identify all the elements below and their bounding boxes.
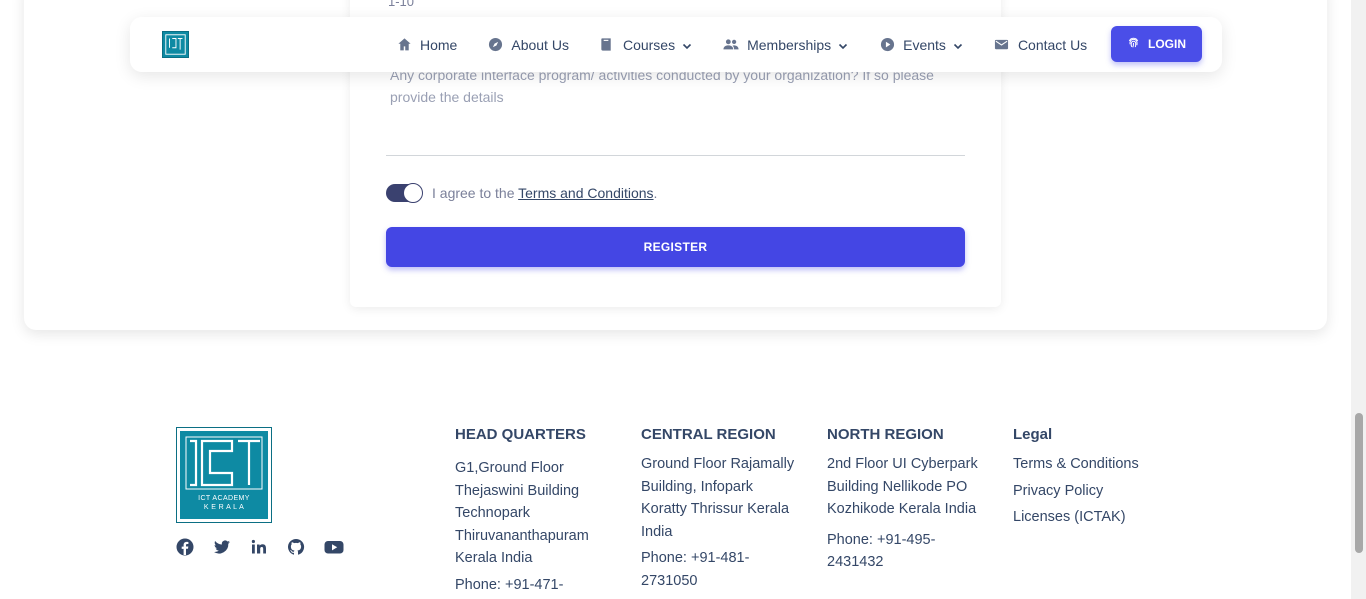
terms-agreement-row: I agree to the Terms and Conditions. (386, 181, 657, 205)
ict-logo-icon (165, 34, 186, 55)
phone-line: Phone: +91-495- (827, 531, 936, 548)
nav-contact-us[interactable]: Contact Us (994, 37, 1087, 53)
login-label: LOGIN (1148, 37, 1186, 51)
play-circle-icon (879, 37, 895, 53)
nav-events[interactable]: Events (879, 37, 964, 53)
agree-text: I agree to the Terms and Conditions. (432, 185, 657, 201)
mail-icon (994, 37, 1010, 53)
head-quarters-address: G1,Ground Floor Thejaswini Building Tech… (455, 457, 615, 570)
corporate-programs-textarea[interactable] (386, 62, 965, 156)
address-line: Building, Infopark (641, 478, 754, 495)
nav-about-us[interactable]: About Us (487, 37, 569, 53)
address-line: Koratty Thrissur Kerala (641, 501, 790, 517)
agree-prefix: I agree to the (432, 185, 519, 201)
nav-home-label: Home (420, 36, 458, 53)
people-icon (723, 37, 739, 53)
footer-legal: Legal Terms & Conditions Privacy Policy … (1013, 427, 1173, 531)
central-region-address: Ground Floor Rajamally Building, Infopar… (641, 453, 801, 543)
footer-head-quarters: HEAD QUARTERS G1,Ground Floor Thejaswini… (455, 427, 615, 596)
legal-links: Terms & Conditions Privacy Policy Licens… (1013, 451, 1173, 531)
chevron-down-icon (837, 39, 849, 51)
address-line: Technopark (455, 505, 530, 521)
home-icon (396, 37, 412, 53)
book-icon (599, 37, 615, 53)
ict-logo-small[interactable] (162, 31, 189, 58)
central-region-phone: Phone: +91-481- 2731050 (641, 547, 801, 592)
ict-academy-logo[interactable]: ICT ACADEMY K E R A L A (176, 427, 272, 523)
address-line: Thiruvananthapuram (455, 527, 589, 544)
address-line: Kozhikode Kerala India (827, 501, 977, 517)
phone-line: 2731050 (641, 572, 698, 589)
nav-memberships-label: Memberships (747, 36, 832, 53)
address-line: India (641, 523, 673, 540)
page-scrollbar[interactable] (1351, 0, 1366, 599)
chevron-down-icon (952, 39, 964, 51)
social-links (176, 538, 344, 556)
logo-line-1: ICT ACADEMY (198, 495, 250, 502)
logo-caption: ICT ACADEMY K E R A L A (180, 494, 268, 512)
youtube-icon[interactable] (324, 538, 344, 556)
logo-line-2: K E R A L A (203, 504, 245, 511)
nav-memberships[interactable]: Memberships (723, 37, 849, 53)
address-line: Building Nellikode PO (827, 478, 968, 495)
register-button[interactable]: REGISTER (386, 227, 965, 267)
chevron-down-icon (681, 39, 693, 51)
twitter-icon[interactable] (213, 538, 231, 556)
head-quarters-phone: Phone: +91-471- (455, 576, 564, 593)
nav-courses[interactable]: Courses (599, 37, 693, 53)
terms-toggle[interactable] (386, 183, 423, 203)
address-line: Thejaswini Building (455, 482, 580, 499)
terms-conditions-link[interactable]: Terms & Conditions (1013, 451, 1173, 478)
footer-north-region: NORTH REGION 2nd Floor UI Cyberpark Buil… (827, 427, 987, 574)
address-line: G1,Ground Floor (455, 460, 564, 476)
central-region-title: CENTRAL REGION (641, 426, 776, 443)
nav-about-label: About Us (511, 36, 569, 53)
scrollbar-thumb[interactable] (1355, 413, 1363, 553)
licenses-link[interactable]: Licenses (ICTAK) (1013, 504, 1173, 531)
explore-icon (487, 37, 503, 53)
north-region-title: NORTH REGION (827, 426, 944, 443)
fingerprint-icon (1127, 36, 1140, 52)
head-quarters-title: HEAD QUARTERS (455, 426, 586, 443)
nav-events-label: Events (903, 36, 946, 53)
nav-menu: Home About Us Courses Memberships Events (396, 17, 1117, 72)
address-line: Kerala India (455, 550, 533, 566)
member-count-value: 1-10 (388, 0, 415, 9)
phone-line: Phone: +91-481- (641, 550, 750, 566)
address-line: 2nd Floor UI Cyberpark (827, 456, 978, 472)
linkedin-icon[interactable] (250, 538, 268, 556)
nav-contact-label: Contact Us (1017, 36, 1088, 53)
login-button[interactable]: LOGIN (1111, 26, 1202, 62)
terms-link[interactable]: Terms and Conditions (518, 185, 653, 201)
phone-line: 2431432 (827, 554, 884, 570)
address-line: Ground Floor Rajamally (641, 456, 795, 472)
github-icon[interactable] (287, 538, 305, 556)
agree-suffix: . (653, 185, 658, 201)
facebook-icon[interactable] (176, 538, 194, 556)
north-region-phone: Phone: +91-495- 2431432 (827, 529, 987, 574)
legal-title: Legal (1013, 426, 1053, 443)
privacy-policy-link[interactable]: Privacy Policy (1013, 478, 1173, 505)
toggle-knob (403, 183, 423, 203)
nav-home[interactable]: Home (396, 37, 457, 53)
logo-badge: ICT ACADEMY K E R A L A (180, 431, 268, 519)
nav-courses-label: Courses (622, 36, 676, 53)
footer-central-region: CENTRAL REGION Ground Floor Rajamally Bu… (641, 427, 801, 592)
north-region-address: 2nd Floor UI Cyberpark Building Nellikod… (827, 453, 987, 521)
